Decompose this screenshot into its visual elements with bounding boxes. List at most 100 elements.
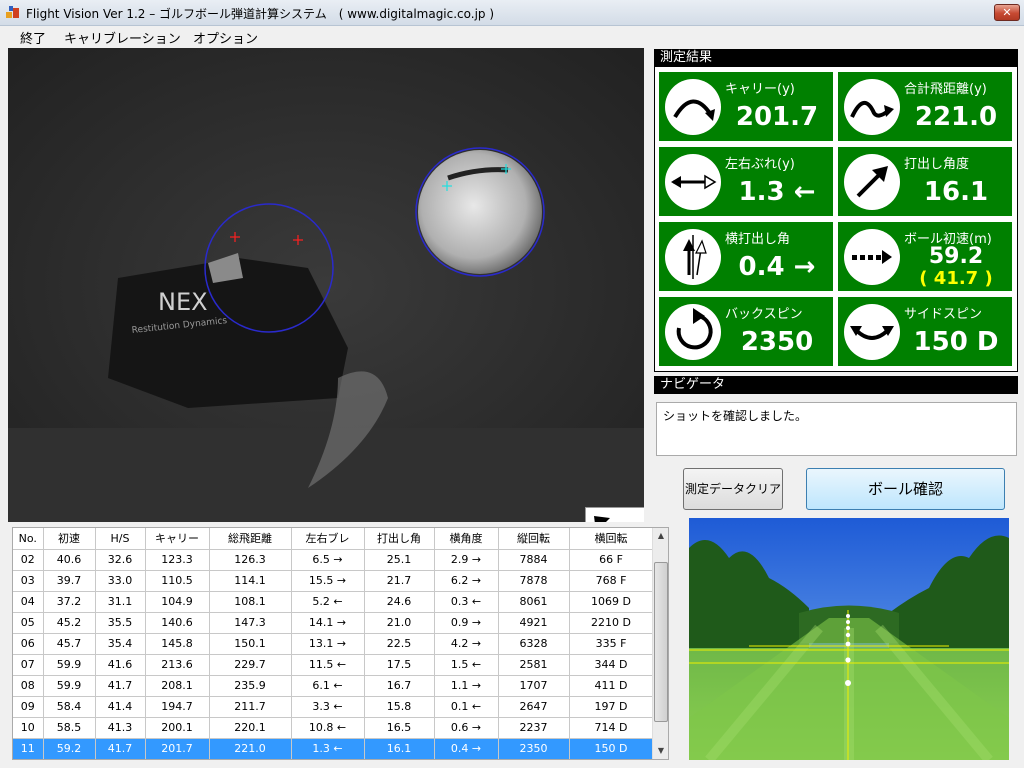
table-cell: 213.6 [145,654,210,676]
table-cell: 09 [13,696,44,718]
table-cell: 2.9 → [434,549,499,571]
column-header[interactable]: 初速 [43,528,96,550]
table-cell: 16.5 [364,717,435,739]
table-cell: 2237 [498,717,570,739]
table-cell: 229.7 [209,654,292,676]
table-cell: 10 [13,717,44,739]
brand-logo-text: NEX [158,288,208,316]
table-cell: 0.3 ← [434,591,499,613]
table-cell: 220.1 [209,717,292,739]
table-cell: 150.1 [209,633,292,655]
menu-options[interactable]: オプション [193,28,258,47]
window-title: Flight Vision Ver 1.2 – ゴルフボール弾道計算システム (… [26,7,495,21]
course-trajectory-view [689,518,1009,760]
table-cell: 123.3 [145,549,210,571]
table-cell: 147.3 [209,612,292,634]
horizontal-launch-label: 横打出し角 [725,232,791,247]
table-cell: 110.5 [145,570,210,592]
table-cell: 197 D [569,696,654,718]
title-bar: Flight Vision Ver 1.2 – ゴルフボール弾道計算システム (… [0,0,1024,26]
table-scrollbar[interactable]: ▲ ▼ [652,528,668,759]
column-header[interactable]: 左右ブレ [291,528,365,550]
table-cell: 25.1 [364,549,435,571]
table-cell: 6328 [498,633,570,655]
launch-angle-value: 16.1 [923,177,989,207]
sidespin-label: サイドスピン [904,307,983,322]
horizontal-launch-tile: 横打出し角 0.4 → [658,221,834,292]
table-cell: 4.2 → [434,633,499,655]
close-button[interactable]: ✕ [994,4,1020,21]
scroll-down-icon[interactable]: ▼ [653,743,668,759]
table-cell: 6.5 → [291,549,365,571]
table-cell: 344 D [569,654,654,676]
table-row[interactable]: 06 45.7 35.4 145.8 150.1 13.1 → 22.5 4.2 → 6328 3… [13,633,654,655]
table-cell: 41.3 [95,717,146,739]
lateral-offset-value: 1.3 ← [738,177,816,207]
table-cell: 5.2 ← [291,591,365,613]
scroll-thumb[interactable] [654,562,668,722]
menu-calibration[interactable]: キャリブレーション [64,28,181,47]
column-header[interactable]: H/S [95,528,146,550]
table-row[interactable]: 10 58.5 41.3 200.1 220.1 10.8 ← 16.5 0.6 → 2237 7… [13,717,654,739]
table-cell: 13.1 → [291,633,365,655]
column-header[interactable]: No. [13,528,44,550]
menu-exit[interactable]: 終了 [20,28,46,47]
table-cell: 37.2 [43,591,96,613]
table-row[interactable]: 03 39.7 33.0 110.5 114.1 15.5 → 21.7 6.2 → 7878 7… [13,570,654,592]
table-cell: 235.9 [209,675,292,697]
table-cell: 194.7 [145,696,210,718]
table-cell: 221.0 [209,738,292,759]
column-header[interactable]: 総飛距離 [209,528,292,550]
backspin-label: バックスピン [725,307,803,322]
total-distance-label: 合計飛距離(y) [904,82,987,97]
table-cell: 21.7 [364,570,435,592]
table-cell: 41.6 [95,654,146,676]
table-cell: 21.0 [364,612,435,634]
table-row[interactable]: 05 45.2 35.5 140.6 147.3 14.1 → 21.0 0.9 → 4921 2… [13,612,654,634]
expand-view-button[interactable] [585,507,644,522]
table-cell: 8061 [498,591,570,613]
camera-image: NEX Restitution Dynamics [8,48,644,522]
table-cell: 411 D [569,675,654,697]
table-row[interactable]: 07 59.9 41.6 213.6 229.7 11.5 ← 17.5 1.5 ← 2581 3… [13,654,654,676]
clear-data-button[interactable]: 測定データクリア [683,468,783,510]
table-cell: 768 F [569,570,654,592]
column-header[interactable]: 打出し角 [364,528,435,550]
table-cell: 3.3 ← [291,696,365,718]
table-cell: 41.7 [95,675,146,697]
table-row[interactable]: 11 59.2 41.7 201.7 221.0 1.3 ← 16.1 0.4 → 2350 15… [13,738,654,759]
table-cell: 211.7 [209,696,292,718]
table-cell: 1069 D [569,591,654,613]
column-header[interactable]: 横角度 [434,528,499,550]
table-row[interactable]: 02 40.6 32.6 123.3 126.3 6.5 → 25.1 2.9 → 7884 66… [13,549,654,571]
table-cell: 140.6 [145,612,210,634]
table-cell: 0.1 ← [434,696,499,718]
scroll-up-icon[interactable]: ▲ [653,528,668,544]
table-cell: 06 [13,633,44,655]
camera-view: NEX Restitution Dynamics [8,48,644,522]
table-cell: 39.7 [43,570,96,592]
ball-check-button[interactable]: ボール確認 [806,468,1005,510]
table-cell: 22.5 [364,633,435,655]
table-cell: 41.7 [95,738,146,759]
column-header[interactable]: 横回転 [569,528,654,550]
column-header[interactable]: キャリー [145,528,210,550]
carry-label: キャリー(y) [725,82,795,97]
head-speed-subvalue: ( 41.7 ) [919,268,993,289]
table-cell: 11 [13,738,44,759]
table-cell: 66 F [569,549,654,571]
table-cell: 32.6 [95,549,146,571]
table-row[interactable]: 08 59.9 41.7 208.1 235.9 6.1 ← 16.7 1.1 → 1707 41… [13,675,654,697]
table-row[interactable]: 09 58.4 41.4 194.7 211.7 3.3 ← 15.8 0.1 ← 2647 19… [13,696,654,718]
shot-history-table: No. 初速 H/S キャリー 総飛距離 左右ブレ 打出し角 横角度 縦回転 横回転 02 40.6… [12,527,669,760]
table-cell: 45.7 [43,633,96,655]
table-cell: 45.2 [43,612,96,634]
table-header-row: No. 初速 H/S キャリー 総飛距離 左右ブレ 打出し角 横角度 縦回転 横回転 [13,528,654,550]
table-cell: 31.1 [95,591,146,613]
table-cell: 14.1 → [291,612,365,634]
table-row[interactable]: 04 37.2 31.1 104.9 108.1 5.2 ← 24.6 0.3 ← 8061 10… [13,591,654,613]
column-header[interactable]: 縦回転 [498,528,570,550]
table-cell: 7884 [498,549,570,571]
table-cell: 0.9 → [434,612,499,634]
table-cell: 201.7 [145,738,210,759]
